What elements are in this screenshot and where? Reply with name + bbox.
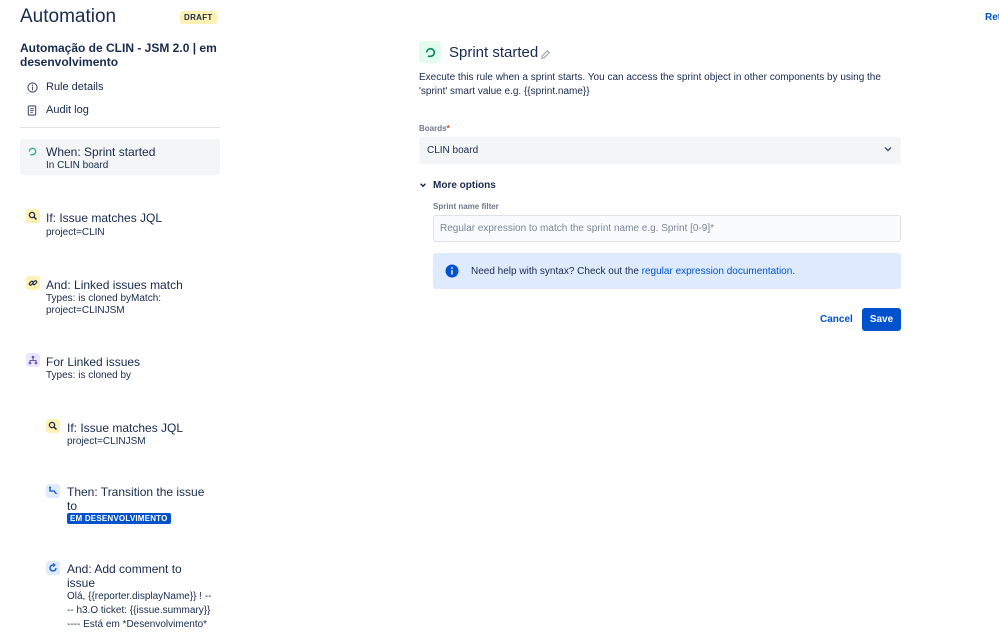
- step-title-line1: And: Add comment to: [67, 562, 182, 576]
- step-detail-line2: -- h3.O ticket: {{issue.summary}}: [67, 605, 211, 616]
- sprint-filter-input[interactable]: [433, 215, 901, 242]
- panel-description: Execute this rule when a sprint starts. …: [419, 72, 881, 97]
- syntax-help-banner: Need help with syntax? Check out the reg…: [433, 253, 901, 289]
- more-options-label: More options: [433, 180, 496, 191]
- sprint-trigger-icon: [419, 41, 441, 63]
- sprint-trigger-icon: [25, 144, 39, 158]
- step-title: If: Issue matches JQL: [67, 421, 184, 435]
- syntax-help-text: Need help with syntax? Check out the: [471, 265, 642, 277]
- step-title: When: Sprint started: [46, 145, 156, 159]
- draft-status-badge: DRAFT: [180, 11, 217, 24]
- pencil-icon[interactable]: [540, 47, 552, 59]
- step-trigger[interactable]: When: Sprint started In CLIN board: [20, 139, 220, 175]
- syntax-help-suffix: .: [792, 265, 796, 277]
- step-branch-linked[interactable]: For Linked issues Types: is cloned by: [26, 353, 226, 385]
- step-detail: In CLIN board: [46, 160, 109, 171]
- page-title: Automation: [20, 6, 117, 27]
- boards-select-value: CLIN board: [427, 145, 479, 156]
- step-nested-condition-jql[interactable]: If: Issue matches JQL project=CLINJSM: [46, 419, 226, 451]
- step-detail-line1: Olá, {{reporter.displayName}} ! --: [67, 591, 212, 602]
- document-icon: [26, 104, 38, 116]
- comment-action-icon: [46, 561, 60, 575]
- step-title: For Linked issues: [46, 355, 141, 369]
- chevron-down-icon: [883, 144, 893, 157]
- step-detail-line3: ---- Está em *Desenvolvimento*: [67, 619, 208, 630]
- nav-audit-log[interactable]: Audit log: [26, 104, 89, 116]
- step-title: If: Issue matches JQL: [46, 211, 163, 225]
- step-action-comment[interactable]: And: Add comment to issue Olá, {{reporte…: [46, 561, 226, 633]
- top-right-link[interactable]: Ret: [985, 12, 999, 23]
- step-title: And: Linked issues match: [46, 278, 183, 292]
- info-icon: [445, 264, 459, 278]
- transition-icon: [46, 484, 60, 498]
- boards-label: Boards*: [419, 124, 450, 133]
- nav-rule-details-label: Rule details: [46, 81, 104, 93]
- link-icon: [26, 276, 40, 290]
- step-title-line2: issue: [67, 576, 96, 590]
- save-button[interactable]: Save: [862, 308, 901, 331]
- step-title-line1: Then: Transition the issue: [67, 485, 205, 499]
- step-detail: project=CLIN: [46, 227, 105, 238]
- step-detail: project=CLINJSM: [67, 436, 146, 447]
- more-options-toggle[interactable]: More options: [419, 180, 496, 191]
- sidebar-divider: [20, 127, 220, 128]
- regex-docs-link[interactable]: regular expression documentation: [642, 266, 793, 277]
- panel-title: Sprint started: [449, 44, 539, 61]
- search-icon: [26, 209, 40, 223]
- step-detail-line2: project=CLINJSM: [46, 305, 125, 316]
- boards-select[interactable]: CLIN board: [419, 137, 901, 164]
- cancel-button[interactable]: Cancel: [816, 308, 857, 331]
- nav-rule-details[interactable]: Rule details: [26, 81, 103, 93]
- rule-name: Automação de CLIN - JSM 2.0 | em desenvo…: [20, 41, 217, 69]
- nav-audit-log-label: Audit log: [46, 104, 89, 116]
- status-lozenge: EM DESENVOLVIMENTO: [67, 513, 171, 524]
- info-icon: [26, 81, 38, 93]
- sprint-filter-label: Sprint name filter: [433, 202, 499, 211]
- step-action-transition[interactable]: Then: Transition the issue to EM DESENVO…: [46, 484, 226, 526]
- step-condition-linked[interactable]: And: Linked issues match Types: is clone…: [26, 276, 226, 318]
- step-title-line2: to: [67, 499, 78, 513]
- step-detail: Types: is cloned by: [46, 370, 132, 381]
- search-icon: [46, 419, 60, 433]
- branch-icon: [26, 353, 40, 367]
- step-detail-line1: Types: is cloned byMatch:: [46, 293, 162, 304]
- chevron-down-icon: [419, 181, 427, 191]
- step-condition-jql[interactable]: If: Issue matches JQL project=CLIN: [26, 209, 226, 241]
